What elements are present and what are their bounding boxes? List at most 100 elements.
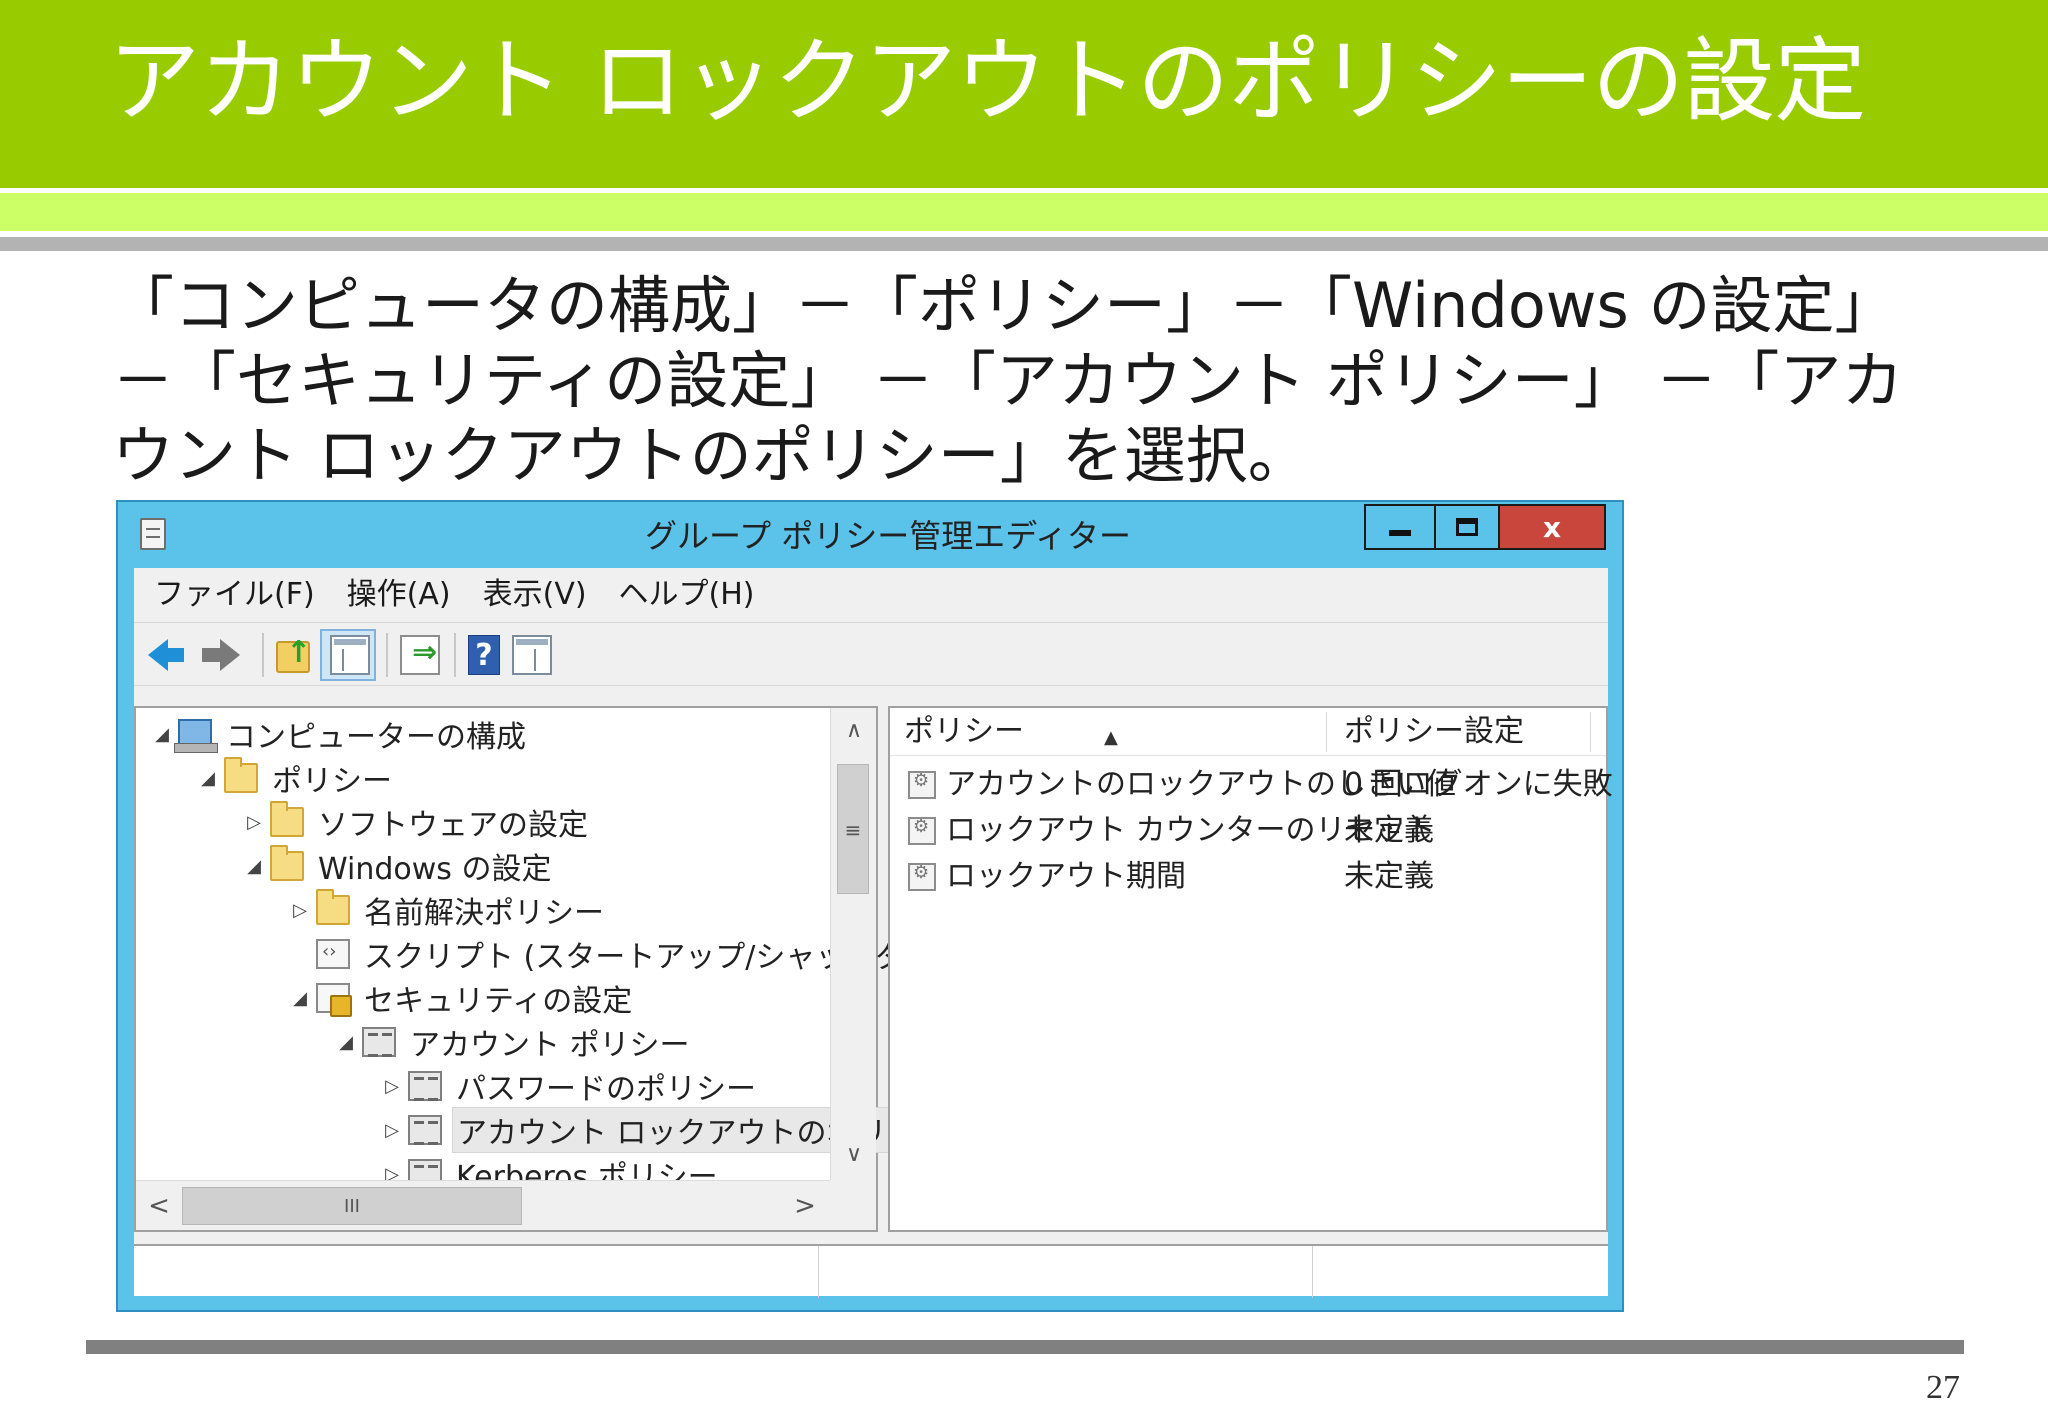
console-tree-pane: ◢ コンピューターの構成 ◢ ポリシー ▷ ソフトウェアの設定 ◢ Window… [134, 706, 977, 1232]
slide-header: アカウント ロックアウトのポリシーの設定 [0, 0, 2048, 188]
tree-horizontal-scrollbar[interactable]: < III > [136, 1180, 830, 1230]
policy-value: 未定義 [1344, 859, 1434, 894]
tree-item-windows-settings[interactable]: ◢ Windows の設定 [242, 844, 555, 888]
scroll-right-button[interactable]: > [782, 1181, 828, 1231]
back-arrow-icon[interactable] [148, 639, 184, 671]
toolbar-separator [454, 633, 456, 677]
maximize-icon [1456, 518, 1478, 536]
expand-toggle-icon[interactable]: ◢ [242, 856, 266, 877]
column-header-label: ポリシー [904, 714, 1024, 749]
folder-icon [224, 757, 258, 793]
policy-setting-icon [908, 816, 936, 845]
script-icon [316, 939, 350, 969]
policy-icon [408, 1071, 442, 1101]
body-line: －「セキュリティの設定」 －「アカウント ポリシー」 －「アカ [112, 344, 1904, 417]
tree-item-name-resolution-policy[interactable]: ▷ 名前解決ポリシー [288, 888, 608, 932]
column-header-policy[interactable]: ポリシー ▲ [890, 708, 1324, 756]
tree-item-label: ソフトウェアの設定 [318, 808, 588, 843]
scroll-left-button[interactable]: < [136, 1181, 182, 1231]
folder-icon [270, 845, 304, 881]
menu-help[interactable]: ヘルプ(H) [603, 568, 771, 622]
tree-item-label: ポリシー [272, 764, 392, 799]
show-hide-console-tree-button[interactable] [320, 629, 376, 681]
expand-toggle-icon[interactable]: ▷ [288, 900, 312, 921]
slide-title: アカウント ロックアウトのポリシーの設定 [108, 28, 1866, 135]
expand-toggle-icon[interactable]: ◢ [150, 724, 174, 745]
tree-item-label: コンピューターの構成 [226, 720, 526, 755]
scroll-down-button[interactable]: ∨ [831, 1132, 877, 1178]
folder-icon [270, 801, 304, 837]
tree-item-software-settings[interactable]: ▷ ソフトウェアの設定 [242, 800, 592, 844]
tree-item-label: アカウント ポリシー [410, 1028, 690, 1063]
policy-setting-icon [908, 862, 936, 891]
up-folder-icon[interactable] [276, 635, 311, 673]
header-accent-stripe [0, 193, 2048, 231]
folder-icon [316, 889, 350, 925]
tree-item-label: セキュリティの設定 [364, 984, 633, 1019]
tree-item-security-settings[interactable]: ◢ セキュリティの設定 [288, 976, 636, 1020]
menu-view[interactable]: 表示(V) [467, 568, 603, 622]
list-row[interactable]: ロックアウト期間 未定義 [890, 854, 1606, 900]
tree-item-label: 名前解決ポリシー [364, 896, 604, 931]
policy-icon [408, 1115, 442, 1145]
show-hide-console-tree-icon [330, 635, 370, 675]
help-icon[interactable]: ? [468, 635, 500, 675]
toolbar-separator [262, 633, 264, 677]
show-action-pane-icon[interactable] [512, 635, 552, 675]
tree-item-policies[interactable]: ◢ ポリシー [196, 756, 396, 800]
status-bar [134, 1244, 1608, 1298]
menu-file[interactable]: ファイル(F) [134, 568, 331, 622]
list-header: ポリシー ▲ ポリシー設定 [890, 708, 1606, 756]
window-client: ファイル(F) 操作(A) 表示(V) ヘルプ(H) ? ◢ コンピューター [134, 568, 1613, 1298]
expand-toggle-icon[interactable]: ◢ [196, 768, 220, 789]
close-button[interactable]: x [1498, 504, 1606, 550]
column-divider[interactable] [1326, 712, 1327, 752]
window-title: グループ ポリシー管理エディター [644, 517, 1131, 555]
tree-vertical-scrollbar[interactable]: ∧ ≡ ∨ [830, 708, 876, 1180]
tree-item-account-policies[interactable]: ◢ アカウント ポリシー [334, 1020, 694, 1064]
body-line: ウント ロックアウトのポリシー」を選択。 [112, 419, 1310, 492]
column-header-policy-setting[interactable]: ポリシー設定 [1330, 708, 1590, 756]
toolbar: ? [134, 622, 1608, 686]
tree-item-label: Windows の設定 [318, 852, 552, 887]
body-line: 「コンピュータの構成」－「ポリシー」－「Windows の設定」 [112, 269, 1897, 342]
policy-icon [362, 1027, 396, 1057]
scroll-thumb[interactable]: ≡ [837, 764, 869, 894]
policy-setting-icon [908, 770, 936, 799]
scrollbar-corner [830, 1180, 876, 1230]
menu-action[interactable]: 操作(A) [331, 568, 467, 622]
policy-name: ロックアウト期間 [946, 859, 1186, 894]
column-divider[interactable] [1590, 712, 1591, 752]
list-row[interactable]: アカウントのロックアウトのしきい値 0 回ログオンに失敗 [890, 762, 1613, 808]
header-gray-stripe [0, 237, 2048, 251]
app-icon[interactable] [140, 518, 166, 550]
menu-bar: ファイル(F) 操作(A) 表示(V) ヘルプ(H) [134, 568, 1608, 622]
minimize-button[interactable] [1364, 504, 1434, 550]
details-pane: ポリシー ▲ ポリシー設定 アカウントのロックアウトのしきい値 0 回ログオンに… [888, 706, 1613, 1232]
scroll-up-button[interactable]: ∧ [831, 708, 877, 754]
title-bar[interactable]: グループ ポリシー管理エディター x [118, 502, 1622, 568]
policy-value: 0 回ログオンに失敗 [1344, 767, 1613, 802]
expand-toggle-icon[interactable]: ◢ [288, 988, 312, 1009]
footer-bar [86, 1340, 1964, 1354]
expand-toggle-icon[interactable]: ▷ [380, 1120, 404, 1141]
tree-item-scripts[interactable]: スクリプト (スタートアップ/シャットダウン) [288, 932, 981, 976]
expand-toggle-icon[interactable]: ◢ [334, 1032, 358, 1053]
status-divider [1312, 1246, 1313, 1298]
security-icon [316, 983, 352, 1017]
expand-toggle-icon[interactable]: ▷ [380, 1076, 404, 1097]
minimize-icon [1389, 530, 1411, 536]
sort-ascending-icon: ▲ [1104, 727, 1118, 748]
forward-arrow-icon[interactable] [202, 639, 240, 671]
page-number: 27 [1926, 1369, 1960, 1406]
scroll-thumb[interactable]: III [182, 1187, 522, 1225]
expand-toggle-icon[interactable]: ▷ [242, 812, 266, 833]
export-list-icon[interactable] [400, 635, 440, 675]
toolbar-separator [386, 633, 388, 677]
list-row[interactable]: ロックアウト カウンターのリセット 未定義 [890, 808, 1606, 854]
tree-item-label: パスワードのポリシー [456, 1072, 756, 1107]
tree-item-computer-configuration[interactable]: ◢ コンピューターの構成 [150, 712, 530, 756]
slide-body: 「コンピュータの構成」－「ポリシー」－「Windows の設定」 －「セキュリテ… [112, 268, 1972, 493]
tree-item-password-policy[interactable]: ▷ パスワードのポリシー [380, 1064, 760, 1108]
maximize-button[interactable] [1434, 504, 1498, 550]
